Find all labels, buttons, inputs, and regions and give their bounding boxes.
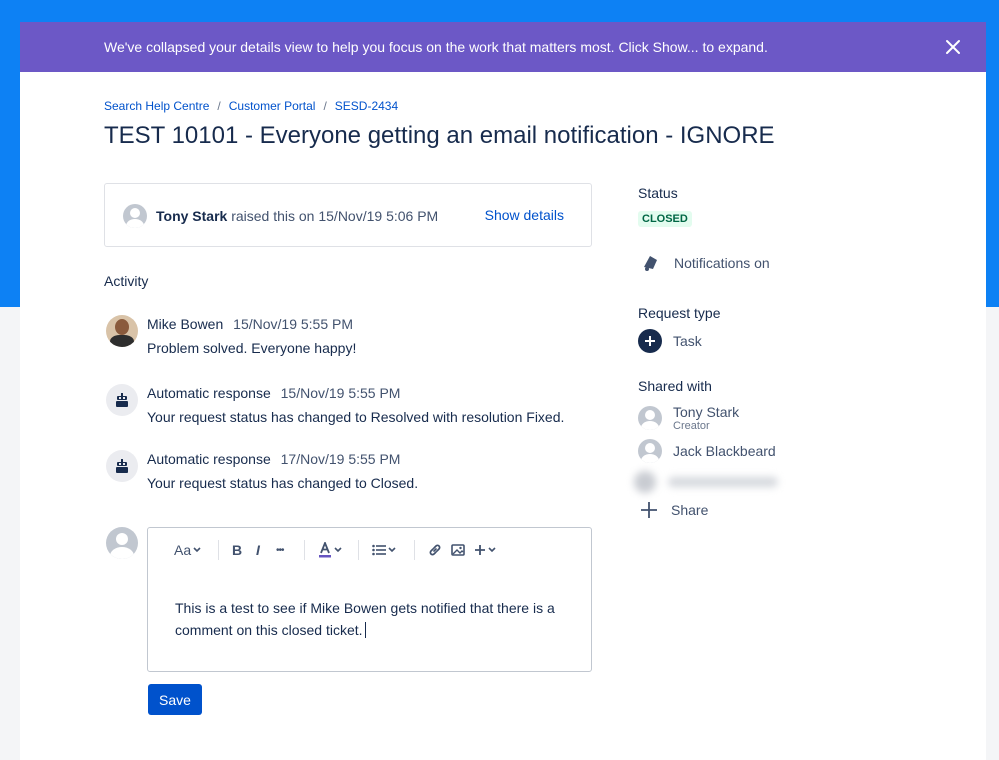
image-icon [451, 544, 465, 556]
chevron-down-icon [488, 547, 496, 553]
breadcrumb-issue-key[interactable]: SESD-2434 [335, 99, 398, 113]
link-icon [429, 544, 441, 556]
notifications-toggle[interactable]: Notifications on [638, 254, 770, 272]
activity-body: Problem solved. Everyone happy! [147, 340, 357, 356]
shared-user: Jack Blackbeard [638, 439, 776, 463]
bell-icon [644, 256, 657, 271]
reporter-name: Tony Stark [156, 208, 228, 224]
show-details-link[interactable]: Show details [485, 207, 564, 223]
breadcrumb-customer-portal[interactable]: Customer Portal [229, 99, 316, 113]
text-style-label: Aa [174, 542, 192, 558]
request-summary-box: Tony Stark raised this on 15/Nov/19 5:06… [104, 183, 592, 247]
current-user-avatar [106, 527, 138, 559]
request-type-value: Task [673, 333, 702, 349]
user-avatar [638, 406, 662, 430]
request-card: We've collapsed your details view to hel… [20, 22, 986, 760]
activity-author: Automatic response [147, 385, 271, 401]
chevron-down-icon [388, 547, 396, 553]
insert-link-button[interactable] [428, 540, 442, 560]
toolbar-divider [218, 540, 219, 560]
user-avatar [638, 439, 662, 463]
raised-info: Tony Stark raised this on 15/Nov/19 5:06… [156, 208, 438, 224]
activity-body: Your request status has changed to Resol… [147, 409, 565, 425]
text-color-button[interactable] [318, 540, 342, 560]
bot-avatar [106, 450, 138, 482]
close-icon [946, 40, 960, 54]
activity-time: 15/Nov/19 5:55 PM [280, 385, 401, 401]
share-label: Share [671, 502, 709, 518]
save-button[interactable]: Save [148, 684, 202, 715]
activity-heading: Activity [104, 273, 149, 289]
activity-author: Automatic response [147, 451, 271, 467]
italic-button[interactable]: I [256, 540, 260, 560]
raised-date-text: raised this on 15/Nov/19 5:06 PM [231, 208, 439, 224]
toolbar-divider [414, 540, 415, 560]
user-avatar [106, 315, 138, 347]
breadcrumb-help-centre[interactable]: Search Help Centre [104, 99, 209, 113]
shared-with-label: Shared with [638, 378, 712, 394]
text-style-button[interactable]: Aa [174, 540, 201, 560]
activity-time: 17/Nov/19 5:55 PM [280, 451, 401, 467]
status-label: Status [638, 185, 678, 201]
chevron-down-icon [193, 547, 201, 553]
bullet-list-icon [372, 544, 386, 556]
shared-user-name: Jack Blackbeard [673, 443, 776, 459]
breadcrumb: Search Help Centre / Customer Portal / S… [104, 99, 398, 113]
notifications-label: Notifications on [674, 255, 770, 271]
banner-message: We've collapsed your details view to hel… [104, 39, 768, 55]
editor-toolbar: Aa B I ••• [148, 528, 591, 572]
activity-author: Mike Bowen [147, 316, 224, 332]
bot-avatar [106, 384, 138, 416]
list-button[interactable] [372, 540, 396, 560]
insert-more-button[interactable] [474, 540, 496, 560]
toolbar-divider [358, 540, 359, 560]
plus-icon [641, 502, 657, 518]
request-type: Task [638, 329, 702, 353]
toolbar-divider [304, 540, 305, 560]
robot-icon [116, 459, 128, 473]
editor-content[interactable]: This is a test to see if Mike Bowen gets… [175, 597, 575, 641]
shared-user-name: Tony Stark [673, 404, 740, 420]
share-button[interactable]: Share [638, 501, 708, 519]
request-type-label: Request type [638, 305, 721, 321]
info-banner: We've collapsed your details view to hel… [20, 22, 986, 72]
banner-close-button[interactable] [920, 22, 986, 72]
page-title: TEST 10101 - Everyone getting an email n… [104, 122, 775, 149]
status-badge: CLOSED [638, 211, 692, 227]
activity-body: Your request status has changed to Close… [147, 475, 419, 491]
task-icon [638, 329, 662, 353]
redacted-shared-user [634, 470, 794, 494]
comment-editor[interactable]: Aa B I ••• This is a test to see if Mike… [147, 527, 592, 672]
text-color-icon [319, 542, 331, 558]
breadcrumb-separator: / [217, 99, 221, 113]
more-formatting-button[interactable]: ••• [276, 540, 284, 560]
insert-image-button[interactable] [451, 540, 465, 560]
shared-user-role: Creator [673, 420, 710, 432]
breadcrumb-separator: / [323, 99, 327, 113]
robot-icon [116, 393, 128, 407]
plus-icon [475, 545, 485, 555]
activity-time: 15/Nov/19 5:55 PM [233, 316, 354, 332]
text-caret [364, 622, 366, 638]
bold-button[interactable]: B [232, 540, 242, 560]
reporter-avatar [123, 204, 147, 228]
shared-user: Tony Stark Creator [638, 404, 739, 432]
chevron-down-icon [334, 547, 342, 553]
